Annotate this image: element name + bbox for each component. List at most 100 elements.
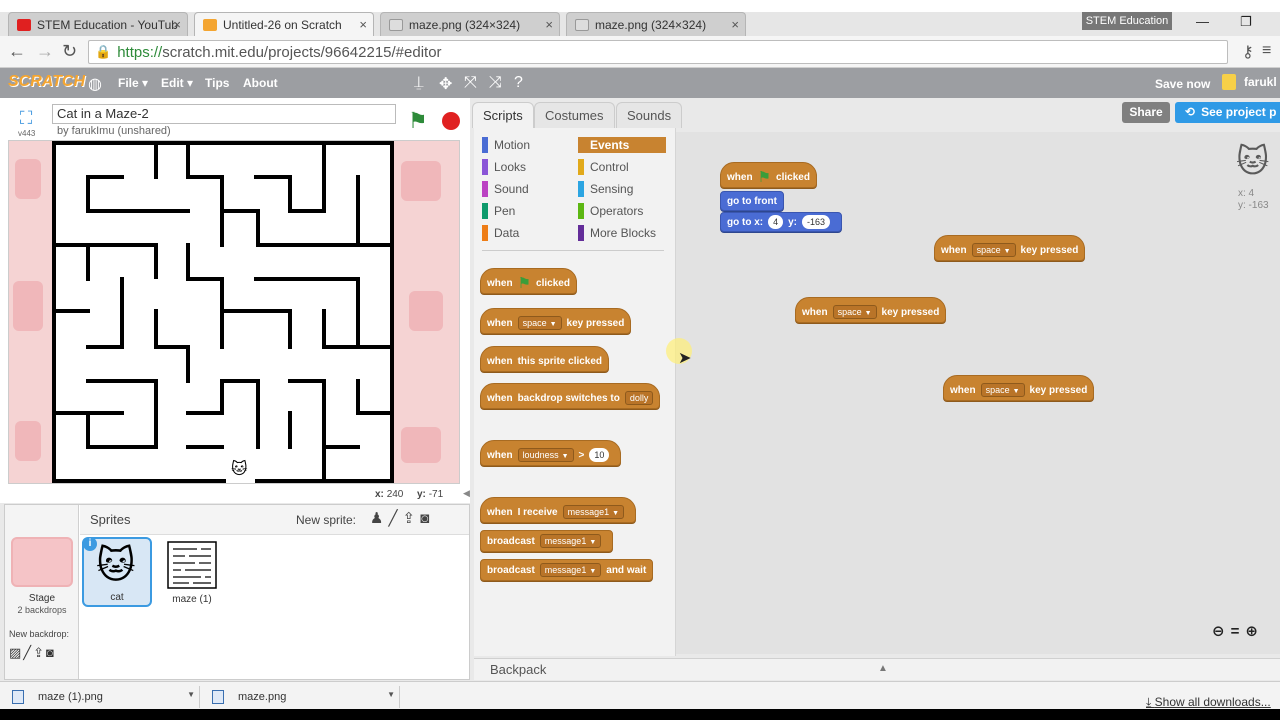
mouse-cursor-icon: ➤	[678, 350, 692, 367]
category-control[interactable]: Control	[578, 159, 666, 175]
zoom-reset-icon[interactable]: =	[1231, 623, 1246, 640]
tab-maze-1[interactable]: maze.png (324×324) ×	[380, 12, 560, 36]
menu-icon[interactable]: ≡	[1262, 42, 1271, 60]
block-when-i-receive[interactable]: when I receive message1 ▼	[480, 497, 637, 523]
block-when-backdrop-switches[interactable]: when backdrop switches to dolly	[480, 383, 661, 409]
close-icon[interactable]: ×	[359, 17, 367, 32]
script-when-space-pressed[interactable]: when space ▼ key pressed	[934, 235, 1086, 261]
tab-youtube[interactable]: STEM Education - YouTub ×	[8, 12, 188, 36]
screen: STEM Education - YouTub × Untitled-26 on…	[0, 0, 1280, 720]
image-icon[interactable]: ▨	[9, 645, 23, 660]
category-motion[interactable]: Motion	[482, 137, 572, 153]
cat-sprite-icon[interactable]: 🐱	[231, 459, 248, 479]
download-icon: ⤓	[1146, 695, 1155, 709]
reload-icon[interactable]: ↻	[62, 41, 77, 62]
block-when-key-pressed[interactable]: when space ▼ key pressed	[480, 308, 632, 334]
script-when-space-pressed[interactable]: when space ▼ key pressed	[943, 375, 1095, 401]
zoom-out-icon[interactable]: ⊖	[1212, 623, 1231, 640]
url-input[interactable]: 🔒 https:// scratch.mit.edu/projects/9664…	[88, 40, 1228, 64]
globe-icon[interactable]: ◍	[88, 74, 102, 94]
block-broadcast-and-wait[interactable]: broadcast message1 ▼ and wait	[480, 559, 654, 581]
menu-tips[interactable]: Tips	[205, 76, 229, 90]
maze-sprite[interactable]	[52, 141, 394, 483]
backpack-bar[interactable]: Backpack ▲	[474, 658, 1280, 680]
tab-maze-2[interactable]: maze.png (324×324) ×	[566, 12, 746, 36]
forward-arrow-icon[interactable]: →	[36, 41, 54, 62]
fullscreen-icon[interactable]: ⛶	[12, 108, 40, 130]
category-pen[interactable]: Pen	[482, 203, 572, 219]
stage-panel: ⛶ v443 Cat in a Maze-2 by farukImu (unsh…	[0, 98, 470, 503]
menu-about[interactable]: About	[243, 76, 278, 90]
category-divider	[482, 250, 664, 251]
info-icon[interactable]: i	[83, 537, 97, 551]
zoom-in-icon[interactable]: ⊕	[1245, 623, 1264, 640]
version-label: v443	[18, 129, 36, 138]
grow-tool-icon[interactable]: ⤧	[464, 74, 477, 92]
scratch-logo[interactable]: SCRATCH	[8, 73, 85, 91]
duplicate-tool-icon[interactable]: ⍊	[414, 74, 424, 92]
shrink-tool-icon[interactable]: ⤨	[489, 74, 502, 92]
backdrop-count: 2 backdrops	[17, 605, 67, 615]
green-flag-icon[interactable]: ⚑	[408, 108, 428, 134]
key-icon[interactable]: ⚷	[1242, 42, 1254, 62]
category-data[interactable]: Data	[482, 225, 572, 241]
stage-thumbnail[interactable]	[11, 537, 73, 587]
sprite-card-maze[interactable]: maze (1)	[157, 537, 227, 607]
stop-button[interactable]	[442, 112, 460, 130]
stage-collapse-icon[interactable]: ◀	[463, 488, 470, 499]
script-go-to-xy[interactable]: go to x: 4 y: -163	[720, 212, 843, 232]
download-item[interactable]: maze (1).png ▼	[4, 686, 200, 708]
project-title-input[interactable]: Cat in a Maze-2	[52, 104, 396, 124]
chevron-up-icon[interactable]: ▲	[878, 663, 888, 674]
tab-costumes[interactable]: Costumes	[534, 102, 615, 128]
chevron-down-icon[interactable]: ▼	[387, 690, 395, 699]
browser-user-chip[interactable]: STEM Education	[1082, 12, 1172, 30]
sync-icon: ⟲	[1185, 105, 1196, 119]
tab-scripts[interactable]: Scripts	[472, 102, 534, 128]
camera-icon[interactable]: ◙	[46, 645, 56, 660]
script-go-to-front[interactable]: go to front	[720, 191, 784, 211]
save-now-link[interactable]: Save now	[1155, 77, 1210, 91]
tab-sounds[interactable]: Sounds	[616, 102, 683, 128]
category-sound[interactable]: Sound	[482, 181, 572, 197]
menu-file[interactable]: File ▾	[118, 76, 148, 90]
paint-brush-icon[interactable]: ╱	[388, 510, 402, 527]
menu-edit[interactable]: Edit ▾	[161, 76, 193, 90]
paint-brush-icon[interactable]: ╱	[23, 645, 33, 660]
chevron-down-icon[interactable]: ▼	[187, 690, 195, 699]
script-when-space-pressed[interactable]: when space ▼ key pressed	[795, 297, 947, 323]
minimize-icon[interactable]: —	[1196, 14, 1209, 29]
category-sensing[interactable]: Sensing	[578, 181, 666, 197]
close-icon[interactable]: ×	[545, 17, 553, 32]
script-when-flag-clicked[interactable]: when ⚑ clicked	[720, 162, 817, 188]
category-more-blocks[interactable]: More Blocks	[578, 225, 666, 241]
back-arrow-icon[interactable]: ←	[8, 41, 26, 62]
delete-tool-icon[interactable]: ✥	[439, 74, 452, 94]
page-icon	[389, 18, 403, 31]
upload-icon[interactable]: ⇪	[402, 510, 420, 527]
help-tool-icon[interactable]: ?	[514, 74, 523, 92]
show-all-downloads-link[interactable]: ⤓ Show all downloads...	[1146, 695, 1271, 710]
block-when-loudness[interactable]: when loudness ▼ >10	[480, 440, 622, 466]
block-when-sprite-clicked[interactable]: when this sprite clicked	[480, 346, 610, 372]
library-icon[interactable]: ♟	[370, 510, 388, 527]
cat-icon: 🐱	[96, 545, 136, 587]
category-events[interactable]: Events	[578, 137, 666, 153]
category-looks[interactable]: Looks	[482, 159, 572, 175]
user-menu[interactable]: farukl	[1222, 74, 1277, 90]
download-item[interactable]: maze.png ▼	[204, 686, 400, 708]
sprites-heading: Sprites	[90, 512, 131, 527]
upload-icon[interactable]: ⇪	[33, 645, 46, 660]
share-button[interactable]: Share	[1122, 102, 1170, 123]
block-broadcast[interactable]: broadcast message1 ▼	[480, 530, 614, 552]
block-when-flag-clicked[interactable]: when ⚑ clicked	[480, 268, 577, 294]
downloads-shelf: maze (1).png ▼ maze.png ▼ ⤓ Show all dow…	[0, 681, 1280, 709]
tab-scratch[interactable]: Untitled-26 on Scratch ×	[194, 12, 374, 36]
camera-icon[interactable]: ◙	[420, 510, 434, 527]
close-icon[interactable]: ×	[731, 17, 739, 32]
see-project-page-button[interactable]: ⟲ See project p	[1175, 102, 1280, 123]
category-operators[interactable]: Operators	[578, 203, 666, 219]
close-icon[interactable]: ×	[173, 17, 181, 32]
stage-canvas[interactable]: 🐱	[8, 140, 460, 484]
maximize-icon[interactable]: ❐	[1240, 14, 1252, 30]
